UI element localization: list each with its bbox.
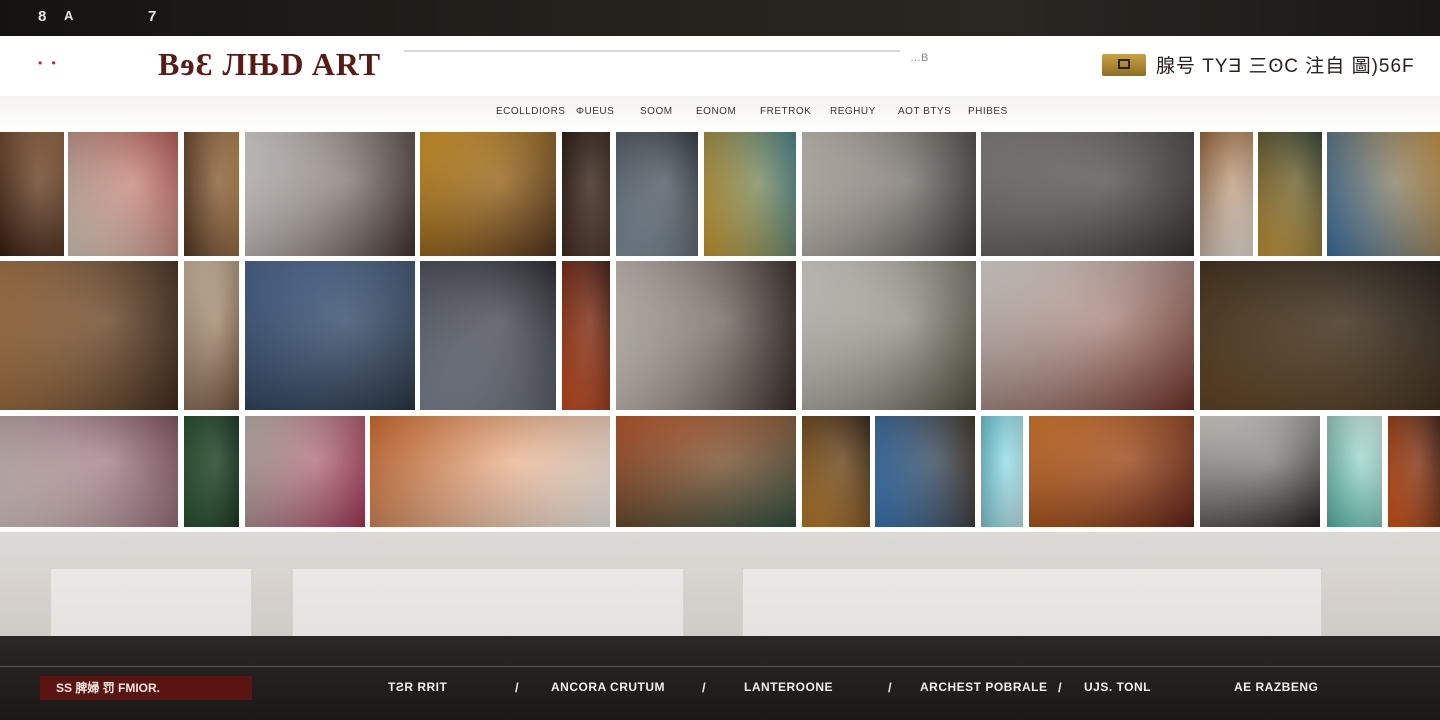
- nav-item-economy[interactable]: EONOM: [696, 106, 736, 117]
- top-number-left: 8: [38, 8, 47, 25]
- footer-bar: SS 脾婦 罚 FMIOR. TƧR RRIT / ANCORA CRUTUM …: [0, 636, 1440, 720]
- footer-link-3[interactable]: LANTEROONE: [744, 680, 833, 694]
- search-input[interactable]: [404, 50, 900, 52]
- art-tile-r3-4[interactable]: [370, 416, 610, 527]
- ghost-thumbnail: [742, 568, 1322, 638]
- art-gallery-grid: [0, 130, 1440, 532]
- art-tile-r2-4[interactable]: [420, 261, 556, 410]
- art-tile-r2-2[interactable]: [184, 261, 239, 410]
- top-number-right: 7: [148, 8, 157, 25]
- art-tile-r3-6[interactable]: [802, 416, 870, 527]
- art-tile-r1-2[interactable]: [68, 132, 178, 256]
- art-tile-r1-11[interactable]: [1200, 132, 1253, 256]
- footer-link-6[interactable]: AE RAZBENG: [1234, 680, 1318, 694]
- art-tile-r2-6[interactable]: [616, 261, 796, 410]
- footer-separator: /: [1058, 680, 1062, 695]
- menu-dots-icon[interactable]: • •: [38, 56, 59, 70]
- footer-link-1[interactable]: TƧR RRIT: [388, 680, 447, 694]
- site-header: • • BɘƐ ЛЊD ART …B 腺号 TYƎ 三ʘC 注自 圖)56F: [0, 36, 1440, 96]
- footer-link-2[interactable]: ANCORA CRUTUM: [551, 680, 665, 694]
- membership-badge-icon[interactable]: [1102, 54, 1146, 76]
- footer-separator: /: [888, 680, 892, 695]
- faded-preview-strip: [0, 532, 1440, 638]
- art-tile-r1-10[interactable]: [981, 132, 1194, 256]
- footer-link-5[interactable]: UJS. TONL: [1084, 680, 1151, 694]
- footer-separator: /: [702, 680, 706, 695]
- art-tile-r1-4[interactable]: [245, 132, 415, 256]
- art-tile-r2-8[interactable]: [981, 261, 1194, 410]
- art-tile-r1-12[interactable]: [1258, 132, 1322, 256]
- art-tile-r3-1[interactable]: [0, 416, 178, 527]
- art-tile-r3-3[interactable]: [245, 416, 365, 527]
- site-logo[interactable]: BɘƐ ЛЊD ART: [158, 46, 381, 83]
- art-tile-r2-5[interactable]: [562, 261, 610, 410]
- nav-item-fretrok[interactable]: FRETROK: [760, 106, 811, 117]
- art-tile-r3-7[interactable]: [875, 416, 975, 527]
- art-tile-r1-6[interactable]: [562, 132, 610, 256]
- art-tile-r3-9[interactable]: [1029, 416, 1194, 527]
- art-tile-r3-10[interactable]: [1200, 416, 1320, 527]
- footer-link-4[interactable]: ARCHEST POBRALE: [920, 680, 1048, 694]
- art-tile-r1-3[interactable]: [184, 132, 239, 256]
- footer-divider: [0, 666, 1440, 667]
- nav-item-collections[interactable]: ECOLLDIORS: [496, 106, 565, 117]
- search-icon[interactable]: …B: [910, 52, 928, 64]
- top-glyph: A: [64, 8, 74, 23]
- art-tile-r1-5[interactable]: [420, 132, 556, 256]
- art-tile-r2-9[interactable]: [1200, 261, 1440, 410]
- art-tile-r1-8[interactable]: [704, 132, 796, 256]
- art-tile-r2-1[interactable]: [0, 261, 178, 410]
- art-tile-r1-9[interactable]: [802, 132, 976, 256]
- art-tile-r2-3[interactable]: [245, 261, 415, 410]
- header-tagline: 腺号 TYƎ 三ʘC 注自 圖)56F: [1156, 56, 1415, 77]
- category-nav: ECOLLDIORS ΦUEUS SOOM EONOM FRETROK REGH…: [0, 96, 1440, 130]
- nav-item-room[interactable]: SOOM: [640, 106, 673, 117]
- nav-item-art-bits[interactable]: AOT BTYS: [898, 106, 951, 117]
- art-tile-r2-7[interactable]: [802, 261, 976, 410]
- art-tile-r3-8[interactable]: [981, 416, 1023, 527]
- nav-item-figures[interactable]: ΦUEUS: [576, 106, 614, 117]
- ghost-thumbnail: [50, 568, 252, 638]
- art-tile-r3-12[interactable]: [1388, 416, 1440, 527]
- art-tile-r1-1[interactable]: [0, 132, 64, 256]
- nav-item-reghuy[interactable]: REGHUY: [830, 106, 876, 117]
- art-tile-r3-2[interactable]: [184, 416, 239, 527]
- art-tile-r1-13[interactable]: [1327, 132, 1440, 256]
- nav-item-phibes[interactable]: PHIBES: [968, 106, 1008, 117]
- footer-cta-button[interactable]: SS 脾婦 罚 FMIOR.: [40, 676, 252, 700]
- ghost-thumbnail: [292, 568, 684, 638]
- footer-separator: /: [515, 680, 519, 695]
- art-tile-r3-5[interactable]: [616, 416, 796, 527]
- art-tile-r3-11[interactable]: [1327, 416, 1382, 527]
- art-tile-r1-7[interactable]: [616, 132, 698, 256]
- top-strip: 8 A 7: [0, 0, 1440, 36]
